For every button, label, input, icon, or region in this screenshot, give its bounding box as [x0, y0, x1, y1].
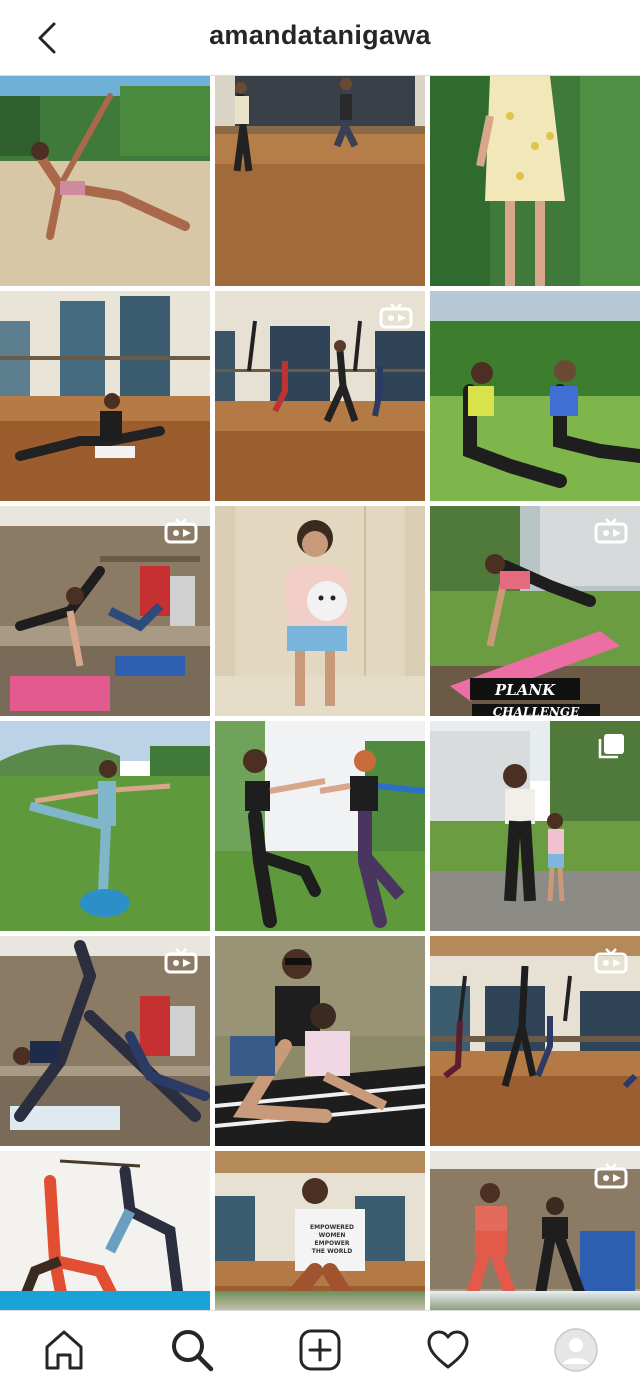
plank-caption-line-1: PLANK [494, 681, 556, 699]
post-image [0, 76, 210, 286]
igtv-icon [164, 518, 198, 544]
home-icon [45, 1330, 83, 1370]
post-image [430, 76, 640, 286]
post-image [0, 291, 210, 501]
post-tile[interactable] [215, 936, 425, 1146]
post-tile[interactable] [0, 506, 210, 716]
carousel-icon [598, 734, 624, 759]
new-post-tab-button[interactable] [297, 1327, 343, 1373]
post-image [215, 76, 425, 286]
igtv-icon [594, 518, 628, 544]
bottom-navigation-bar [0, 1310, 640, 1386]
post-tile[interactable] [215, 291, 425, 501]
shirt-text-line-2: WOMEN [319, 1232, 346, 1239]
post-tile[interactable] [0, 291, 210, 501]
post-image [215, 721, 425, 931]
post-tile[interactable] [215, 1291, 425, 1311]
heart-icon [427, 1330, 469, 1369]
post-tile[interactable] [215, 721, 425, 931]
top-header: amandatanigawa [0, 0, 640, 76]
post-tile[interactable] [0, 1291, 210, 1311]
post-tile[interactable] [0, 721, 210, 931]
post-image [430, 291, 640, 501]
post-tile[interactable] [0, 76, 210, 286]
post-tile[interactable] [430, 76, 640, 286]
home-tab-button[interactable] [41, 1327, 87, 1373]
post-grid: PLANK CHALLENGE EMPOWERED WOMEN EMPOWER … [0, 76, 640, 1361]
post-tile[interactable] [430, 721, 640, 931]
post-image [215, 936, 425, 1146]
shirt-text-line-4: THE WORLD [312, 1248, 352, 1255]
igtv-icon [379, 303, 413, 329]
activity-tab-button[interactable] [425, 1327, 471, 1373]
igtv-icon [594, 948, 628, 974]
instagram-profile-grid-screen: amandatanigawa PLANK CHALLENGE EMPOWERED… [0, 0, 640, 1386]
post-tile[interactable] [430, 1291, 640, 1311]
post-grid-partial-row [0, 1291, 640, 1311]
post-tile[interactable] [0, 936, 210, 1146]
post-tile[interactable] [215, 506, 425, 716]
profile-avatar-icon [554, 1328, 598, 1372]
plank-caption-line-2: CHALLENGE [493, 705, 580, 716]
profile-username-title: amandatanigawa [209, 20, 431, 50]
search-tab-button[interactable] [169, 1327, 215, 1373]
post-image [215, 506, 425, 716]
igtv-icon [594, 1163, 628, 1189]
post-tile[interactable] [430, 936, 640, 1146]
shirt-text-line-3: EMPOWER [315, 1240, 350, 1247]
post-tile[interactable]: PLANK CHALLENGE [430, 506, 640, 716]
new-post-icon [299, 1329, 341, 1371]
post-image [0, 721, 210, 931]
post-tile[interactable] [215, 76, 425, 286]
igtv-icon [164, 948, 198, 974]
shirt-text-line-1: EMPOWERED [310, 1224, 354, 1231]
post-tile[interactable] [430, 291, 640, 501]
profile-tab-button[interactable] [553, 1327, 599, 1373]
search-icon [172, 1330, 214, 1372]
